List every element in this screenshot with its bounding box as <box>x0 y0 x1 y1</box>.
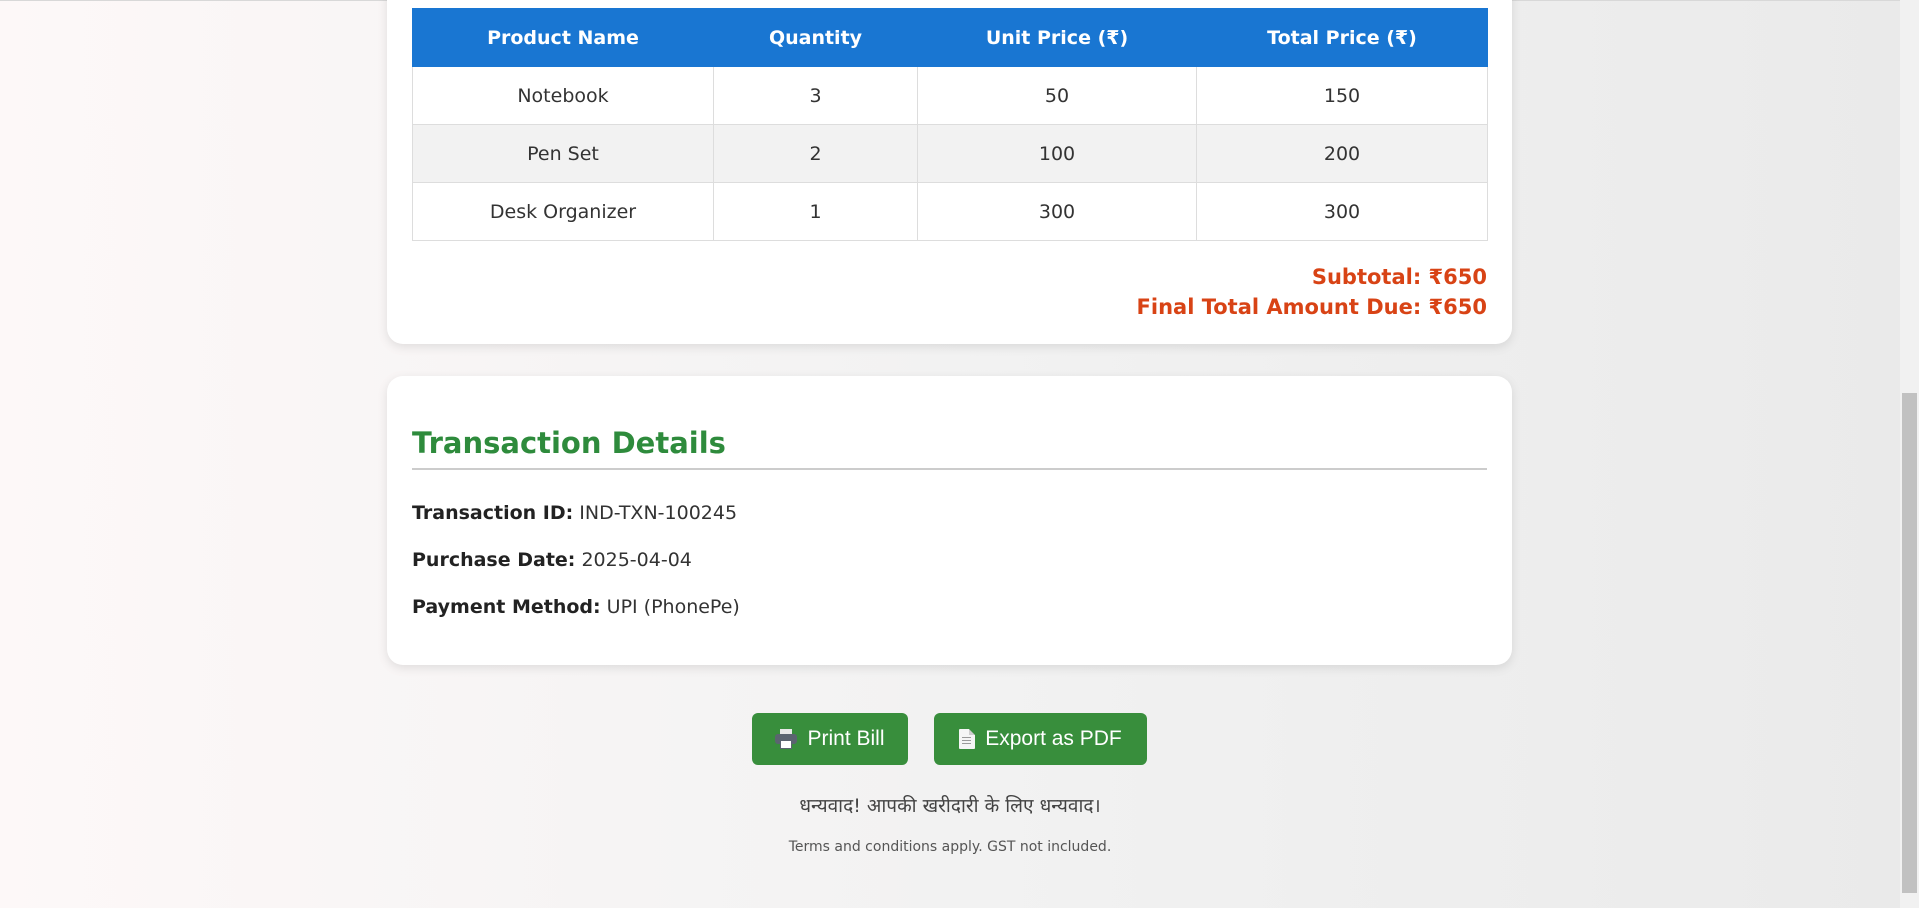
subtotal-text: Subtotal: ₹650 <box>1311 265 1487 289</box>
final-total-text: Final Total Amount Due: ₹650 <box>1136 295 1487 319</box>
scrollbar-thumb[interactable] <box>1902 393 1917 893</box>
vertical-scrollbar[interactable] <box>1900 0 1919 908</box>
total-price-cell: 150 <box>1196 66 1488 125</box>
product-name-cell: Pen Set <box>412 124 714 183</box>
column-header-quantity: Quantity <box>713 8 918 67</box>
column-header-total-price: Total Price (₹) <box>1196 8 1488 67</box>
table-row: Notebook 3 50 150 <box>412 66 1488 125</box>
table-row: Desk Organizer 1 300 300 <box>412 182 1488 241</box>
unit-price-cell: 50 <box>917 66 1197 125</box>
transaction-id-row: Transaction ID: IND-TXN-100245 <box>412 502 737 524</box>
quantity-cell: 2 <box>713 124 918 183</box>
print-bill-label: Print Bill <box>807 727 885 750</box>
unit-price-cell: 300 <box>917 182 1197 241</box>
printer-icon <box>775 729 798 749</box>
export-pdf-button[interactable]: Export as PDF <box>934 713 1147 765</box>
total-price-cell: 300 <box>1196 182 1488 241</box>
product-name-cell: Desk Organizer <box>412 182 714 241</box>
totals-block: Subtotal: ₹650 Final Total Amount Due: ₹… <box>1137 262 1487 322</box>
purchase-date-value: 2025-04-04 <box>581 549 692 571</box>
transaction-id-value: IND-TXN-100245 <box>579 502 738 524</box>
unit-price-cell: 100 <box>917 124 1197 183</box>
transaction-id-label: Transaction ID: <box>412 502 574 524</box>
column-header-unit-price: Unit Price (₹) <box>917 8 1197 67</box>
transaction-card: Transaction Details Transaction ID: IND-… <box>387 376 1512 665</box>
export-pdf-label: Export as PDF <box>985 727 1122 750</box>
thank-you-message: धन्यवाद! आपकी खरीदारी के लिए धन्यवाद। <box>799 795 1101 817</box>
total-price-cell: 200 <box>1196 124 1488 183</box>
table-header-row: Product Name Quantity Unit Price (₹) Tot… <box>412 8 1488 67</box>
document-icon <box>959 729 976 749</box>
product-name-cell: Notebook <box>412 66 714 125</box>
purchase-date-row: Purchase Date: 2025-04-04 <box>412 549 692 571</box>
terms-note: Terms and conditions apply. GST not incl… <box>788 839 1112 855</box>
table-row: Pen Set 2 100 200 <box>412 124 1488 183</box>
items-table: Product Name Quantity Unit Price (₹) Tot… <box>412 8 1488 241</box>
print-bill-button[interactable]: Print Bill <box>752 713 908 765</box>
purchase-date-label: Purchase Date: <box>412 549 576 571</box>
column-header-product: Product Name <box>412 8 714 67</box>
quantity-cell: 3 <box>713 66 918 125</box>
payment-method-label: Payment Method: <box>412 596 601 618</box>
transaction-section-title: Transaction Details <box>412 426 1487 470</box>
payment-method-value: UPI (PhonePe) <box>606 596 740 618</box>
quantity-cell: 1 <box>713 182 918 241</box>
items-card: Product Name Quantity Unit Price (₹) Tot… <box>387 0 1512 344</box>
payment-method-row: Payment Method: UPI (PhonePe) <box>412 596 740 618</box>
